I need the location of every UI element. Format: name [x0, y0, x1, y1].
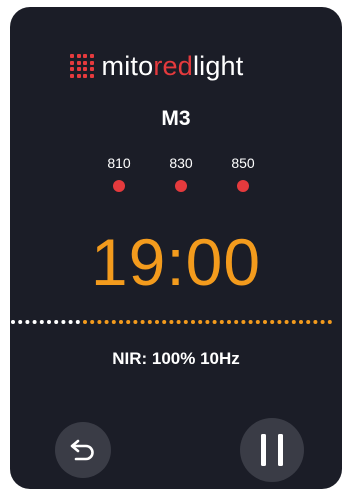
progress-dot-elapsed	[61, 320, 66, 324]
progress-dot-remaining	[313, 320, 318, 324]
progress-dot-elapsed	[32, 320, 37, 324]
brand-logo: mitoredlight	[70, 51, 243, 81]
progress-dot-remaining	[162, 320, 167, 324]
progress-dot-remaining	[291, 320, 296, 324]
progress-dot-remaining	[176, 320, 181, 324]
progress-dot-elapsed	[47, 320, 51, 324]
program-label: M3	[161, 107, 191, 130]
back-button[interactable]	[55, 422, 111, 478]
progress-dot-remaining	[133, 320, 138, 324]
progress-dot-remaining	[126, 320, 131, 324]
progress-dot-remaining	[248, 320, 253, 324]
progress-dot-remaining	[270, 320, 275, 324]
brand-name-part3: light	[192, 50, 244, 81]
progress-dot-remaining	[183, 320, 188, 324]
progress-dot-remaining	[219, 320, 224, 324]
progress-dot-remaining	[83, 320, 87, 324]
brand-name-part2: red	[153, 50, 193, 81]
progress-dot-remaining	[306, 320, 311, 324]
progress-dot-remaining	[97, 320, 102, 324]
mode-settings: NIR: 100% 10Hz	[112, 349, 240, 368]
progress-dot-remaining	[119, 320, 123, 324]
progress-dot-remaining	[299, 320, 303, 324]
progress-dot-remaining	[205, 320, 210, 324]
logo-grid-icon	[70, 54, 94, 78]
progress-dot-remaining	[227, 320, 231, 324]
brand-name-part1: mito	[101, 50, 154, 81]
progress-dot-remaining	[191, 320, 195, 324]
back-arrow-icon	[70, 439, 94, 461]
progress-dot-remaining	[104, 320, 109, 324]
progress-dots	[11, 320, 332, 324]
device-screen: mitoredlight M3 810 830 850 19:00 NIR: 1…	[10, 7, 342, 489]
wavelength-indicators: 810 830 850	[88, 155, 274, 192]
progress-dot-elapsed	[75, 320, 80, 324]
progress-dot-remaining	[169, 320, 174, 324]
progress-dot-elapsed	[11, 320, 15, 324]
progress-dot-remaining	[198, 320, 203, 324]
wavelength-status-dot	[237, 180, 249, 192]
progress-dot-elapsed	[25, 320, 30, 324]
progress-dot-remaining	[111, 320, 116, 324]
wavelength-label: 830	[169, 155, 193, 171]
wavelength-status-dot	[175, 180, 187, 192]
progress-dot-remaining	[327, 320, 332, 324]
progress-dot-elapsed	[39, 320, 44, 324]
progress-dot-remaining	[155, 320, 159, 324]
wavelength-830: 830	[150, 155, 212, 192]
progress-dot-remaining	[320, 320, 325, 324]
countdown-timer: 19:00	[90, 225, 262, 299]
progress-dot-remaining	[212, 320, 217, 324]
progress-dot-remaining	[241, 320, 246, 324]
pause-button[interactable]	[240, 418, 304, 482]
wavelength-label: 850	[231, 155, 255, 171]
progress-dot-elapsed	[68, 320, 73, 324]
brand-name: mitoredlight	[101, 50, 244, 81]
session-progress-bar	[10, 319, 342, 325]
pause-icon	[261, 434, 283, 466]
progress-dot-remaining	[140, 320, 145, 324]
progress-dot-remaining	[234, 320, 239, 324]
progress-dot-remaining	[147, 320, 152, 324]
progress-dot-remaining	[284, 320, 289, 324]
wavelength-status-dot	[113, 180, 125, 192]
progress-dot-elapsed	[18, 320, 23, 324]
wavelength-850: 850	[212, 155, 274, 192]
wavelength-810: 810	[88, 155, 150, 192]
progress-dot-remaining	[255, 320, 260, 324]
progress-dot-remaining	[263, 320, 267, 324]
progress-dot-remaining	[277, 320, 282, 324]
progress-dot-elapsed	[54, 320, 59, 324]
wavelength-label: 810	[107, 155, 131, 171]
progress-dot-remaining	[90, 320, 95, 324]
